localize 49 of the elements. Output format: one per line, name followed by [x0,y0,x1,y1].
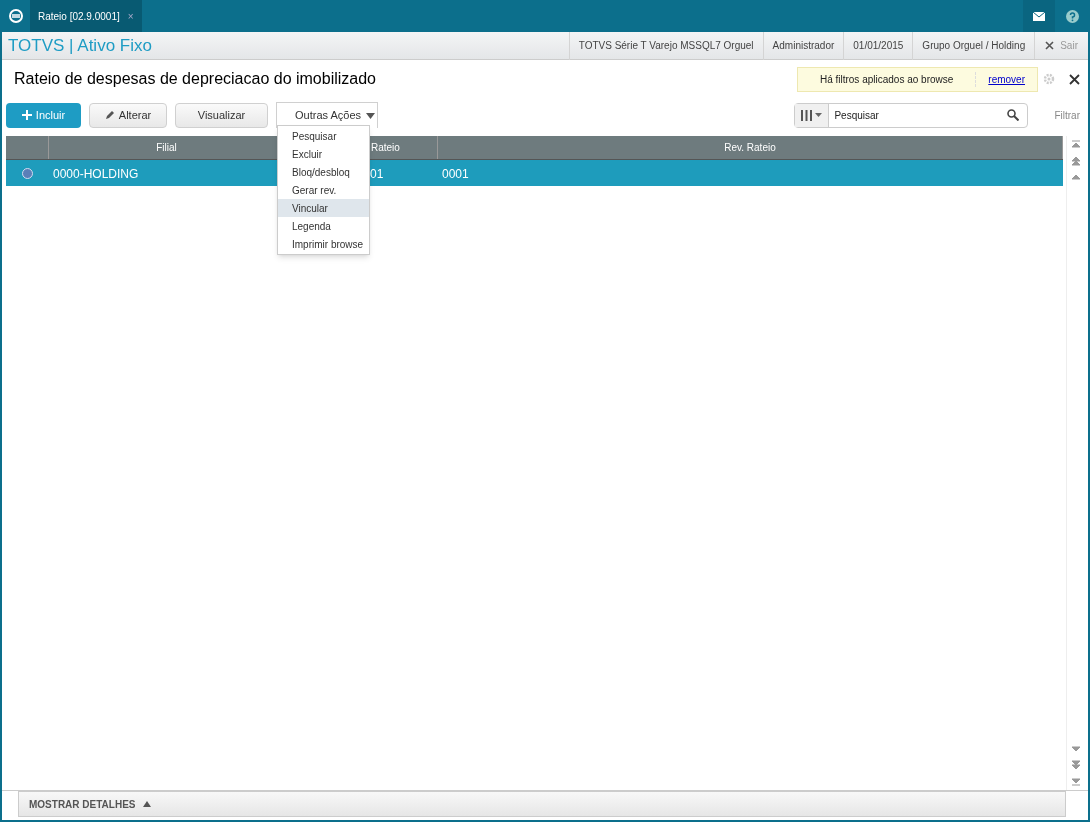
settings-icon[interactable] [1043,73,1055,85]
close-tab-icon[interactable]: × [127,8,134,24]
plus-icon [21,110,32,120]
caret-icon [815,113,823,117]
menu-item[interactable]: Legenda [278,217,369,235]
scroll-top-icon[interactable] [1070,140,1081,148]
status-dot-icon [22,167,33,179]
session-info: Grupo Orguel / Holding [912,31,1035,60]
more-actions-dropdown[interactable]: Outras Ações [276,102,378,128]
page-up-icon[interactable] [1070,156,1081,166]
column-header[interactable]: Rateio [371,140,400,155]
menu-item[interactable]: Excluir [278,145,369,163]
session-info: 01/01/2015 [843,31,913,60]
menu-item[interactable]: Vincular [278,199,369,217]
scroll-down-icon[interactable] [1070,746,1081,752]
scroll-up-icon[interactable] [1070,174,1081,180]
search-input[interactable]: Pesquisar [829,107,1008,123]
page-title: Rateio de despesas de depreciacao do imobilizado [14,69,376,89]
search-field[interactable]: Pesquisar [794,102,1029,128]
edit-button[interactable]: Alterar [89,102,167,128]
tab-label: Rateio [02.9.0001] [38,9,120,24]
table-cell: 0000-HOLDING [53,167,139,181]
session-info: TOTVS Série T Varejo MSSQL7 Orguel [568,31,763,60]
mail-icon[interactable] [1023,0,1055,32]
caret-icon [366,112,375,119]
caret-up-icon [143,801,152,807]
session-info: Administrador [762,31,844,60]
search-icon[interactable] [1007,109,1020,121]
filter-button[interactable]: Filtrar [1054,107,1080,123]
page-down-icon[interactable] [1070,760,1081,770]
filter-notice-text: Há filtros aplicados ao browse [818,72,955,87]
columns-selector[interactable] [795,103,830,127]
details-toggle[interactable]: MOSTRAR DETALHES [18,791,1066,817]
menu-item[interactable]: Imprimir browse [278,235,369,253]
column-header[interactable]: Rev. Rateio [724,140,776,155]
columns-icon [801,109,813,121]
remove-filter-link[interactable]: remover [975,71,1037,87]
app-title: TOTVS | Ativo Fixo [7,34,152,57]
pencil-icon [104,110,115,120]
table-cell: 01 [370,167,384,181]
menu-item[interactable]: Pesquisar [278,127,369,145]
close-icon [1045,41,1055,50]
view-button[interactable]: Visualizar [175,102,268,128]
column-header[interactable]: Filial [156,140,177,155]
close-icon[interactable] [1069,73,1080,85]
table-cell: 0001 [442,167,469,181]
window-tab[interactable]: Rateio [02.9.0001] × [30,0,142,32]
menu-item[interactable]: Bloq/desbloq [278,163,369,181]
scroll-bottom-icon[interactable] [1070,778,1081,786]
